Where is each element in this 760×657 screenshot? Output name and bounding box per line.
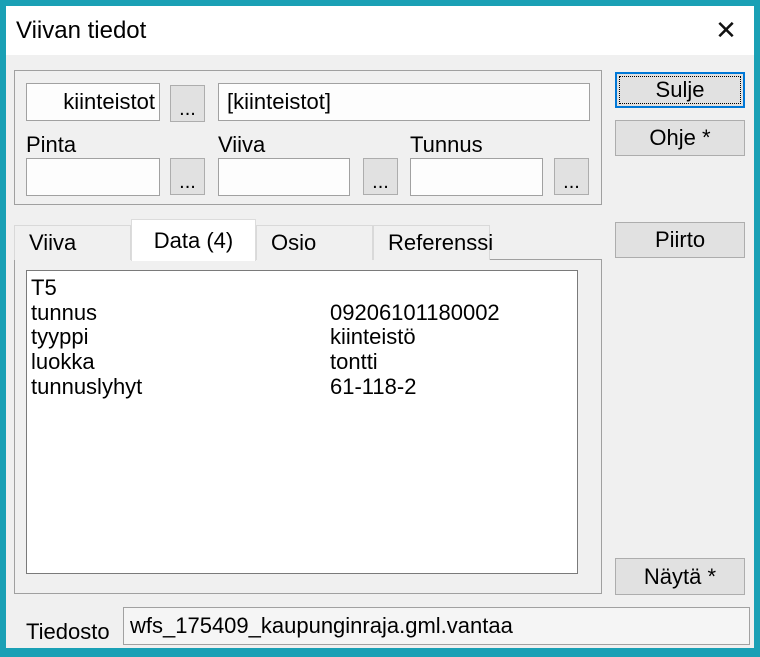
layer-ref-field[interactable]: [kiinteistot] bbox=[218, 83, 590, 121]
tunnus-field[interactable] bbox=[410, 158, 543, 196]
window-title: Viivan tiedot bbox=[6, 17, 146, 45]
viiva-field[interactable] bbox=[218, 158, 350, 196]
nayta-button[interactable]: Näytä * bbox=[615, 558, 745, 595]
pinta-browse-button[interactable]: ... bbox=[170, 158, 205, 195]
list-item-value: 61-118-2 bbox=[330, 374, 416, 399]
tunnus-browse-button[interactable]: ... bbox=[554, 158, 589, 195]
list-item[interactable]: tyyppikiinteistö bbox=[31, 325, 575, 350]
tab-osio[interactable]: Osio bbox=[256, 225, 373, 260]
list-item-value: 09206101180002 bbox=[330, 300, 500, 325]
tiedosto-field[interactable] bbox=[123, 607, 750, 645]
pinta-field[interactable] bbox=[26, 158, 160, 196]
list-item-key: tunnus bbox=[31, 301, 330, 326]
data-list[interactable]: T5 tunnus09206101180002 tyyppikiinteistö… bbox=[26, 270, 578, 574]
list-item[interactable]: tunnuslyhyt61-118-2 bbox=[31, 375, 575, 400]
list-item-value: kiinteistö bbox=[330, 324, 416, 349]
tab-data[interactable]: Data (4) bbox=[131, 219, 256, 261]
dialog-window: Viivan tiedot ✕ kiinteistot ... [kiintei… bbox=[0, 0, 760, 657]
list-item[interactable]: luokkatontti bbox=[31, 350, 575, 375]
layer-browse-button[interactable]: ... bbox=[170, 85, 205, 122]
sulje-button[interactable]: Sulje bbox=[615, 72, 745, 108]
layer-name-field[interactable]: kiinteistot bbox=[26, 83, 160, 121]
tab-viiva[interactable]: Viiva bbox=[14, 225, 131, 260]
tunnus-label: Tunnus bbox=[410, 132, 483, 158]
piirto-button[interactable]: Piirto bbox=[615, 222, 745, 258]
list-item[interactable]: T5 bbox=[31, 276, 575, 301]
list-item-value: tontti bbox=[330, 349, 378, 374]
list-item-key: tyyppi bbox=[31, 325, 330, 350]
list-item-key: luokka bbox=[31, 350, 330, 375]
list-item-key: tunnuslyhyt bbox=[31, 375, 330, 400]
pinta-label: Pinta bbox=[26, 132, 76, 158]
list-item[interactable]: tunnus09206101180002 bbox=[31, 301, 575, 326]
ohje-button[interactable]: Ohje * bbox=[615, 120, 745, 156]
viiva-label: Viiva bbox=[218, 132, 265, 158]
title-bar: Viivan tiedot bbox=[6, 6, 754, 55]
viiva-browse-button[interactable]: ... bbox=[363, 158, 398, 195]
close-icon[interactable]: ✕ bbox=[700, 6, 752, 55]
tiedosto-label: Tiedosto bbox=[26, 619, 110, 645]
tab-referenssi[interactable]: Referenssi bbox=[373, 225, 490, 260]
